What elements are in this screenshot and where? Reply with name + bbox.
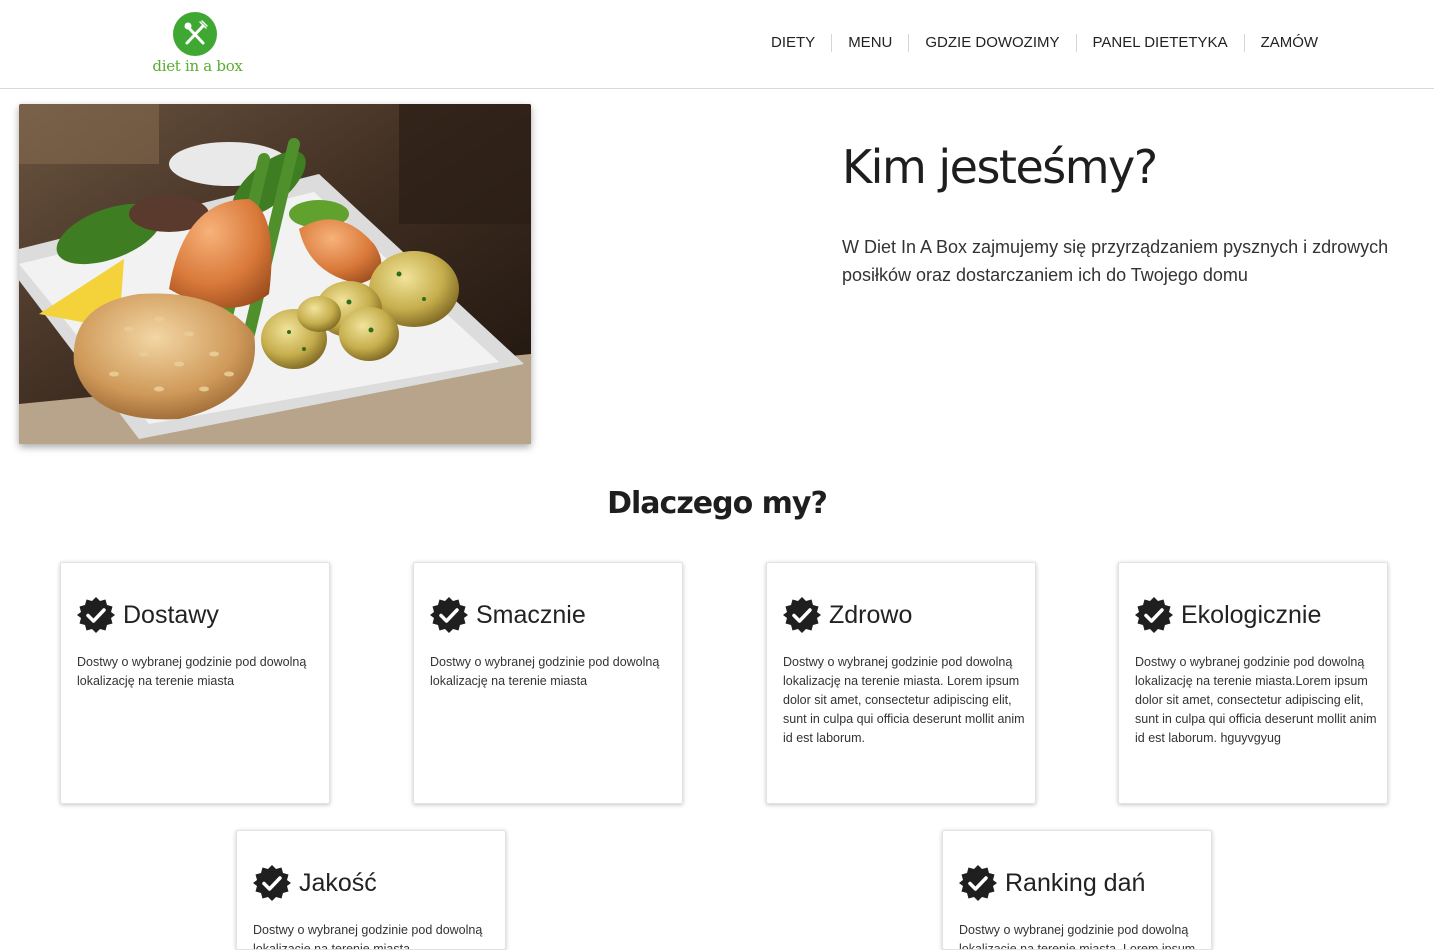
card-text: Dostwy o wybranej godzinie pod dowolną l… [430,655,660,688]
nav-item-diety[interactable]: DIETY [755,34,831,52]
logo-text: diet in a box [152,57,243,75]
check-badge-icon [1135,597,1173,633]
main-nav: DIETY MENU GDZIE DOWOZIMY PANEL DIETETYK… [755,34,1334,52]
card-title: Dostawy [123,600,219,629]
check-badge-icon [959,865,997,901]
check-badge-icon [253,865,291,901]
food-plate-photo [19,104,531,444]
card-title: Ekologicznie [1181,600,1322,629]
nav-item-gdzie-dowozimy[interactable]: GDZIE DOWOZIMY [908,34,1075,52]
card-title: Zdrowo [829,600,913,629]
feature-card-smacznie: Smacznie Dostwy o wybranej godzinie pod … [413,562,683,804]
card-text: Dostwy o wybranej godzinie pod dowolną l… [959,923,1196,950]
nav-item-menu[interactable]: MENU [831,34,908,52]
check-badge-icon [77,597,115,633]
card-text: Dostwy o wybranej godzinie pod dowolną l… [253,923,483,950]
check-badge-icon [430,597,468,633]
card-title: Ranking dań [1005,868,1146,897]
logo[interactable]: diet in a box [150,12,245,78]
hero-title: Kim jesteśmy? [842,140,1158,194]
card-title: Jakość [299,868,377,897]
feature-card-jakosc: Jakość Dostwy o wybranej godzinie pod do… [236,830,506,950]
feature-card-ranking-dan: Ranking dań Dostwy o wybranej godzinie p… [942,830,1212,950]
fork-knife-icon [173,12,217,56]
feature-card-dostawy: Dostawy Dostwy o wybranej godzinie pod d… [60,562,330,804]
nav-item-zamow[interactable]: ZAMÓW [1243,34,1335,52]
card-text: Dostwy o wybranej godzinie pod dowolną l… [77,655,307,688]
section-title: Dlaczego my? [607,486,828,521]
feature-card-zdrowo: Zdrowo Dostwy o wybranej godzinie pod do… [766,562,1036,804]
check-badge-icon [783,597,821,633]
hero-text: W Diet In A Box zajmujemy się przyrządza… [842,237,1389,285]
card-text: Dostwy o wybranej godzinie pod dowolną l… [1135,655,1377,745]
nav-item-panel-dietetyka[interactable]: PANEL DIETETYKA [1075,34,1244,52]
card-text: Dostwy o wybranej godzinie pod dowolną l… [783,655,1025,745]
feature-card-ekologicznie: Ekologicznie Dostwy o wybranej godzinie … [1118,562,1388,804]
site-header: diet in a box DIETY MENU GDZIE DOWOZIMY … [0,0,1434,89]
card-title: Smacznie [476,600,586,629]
